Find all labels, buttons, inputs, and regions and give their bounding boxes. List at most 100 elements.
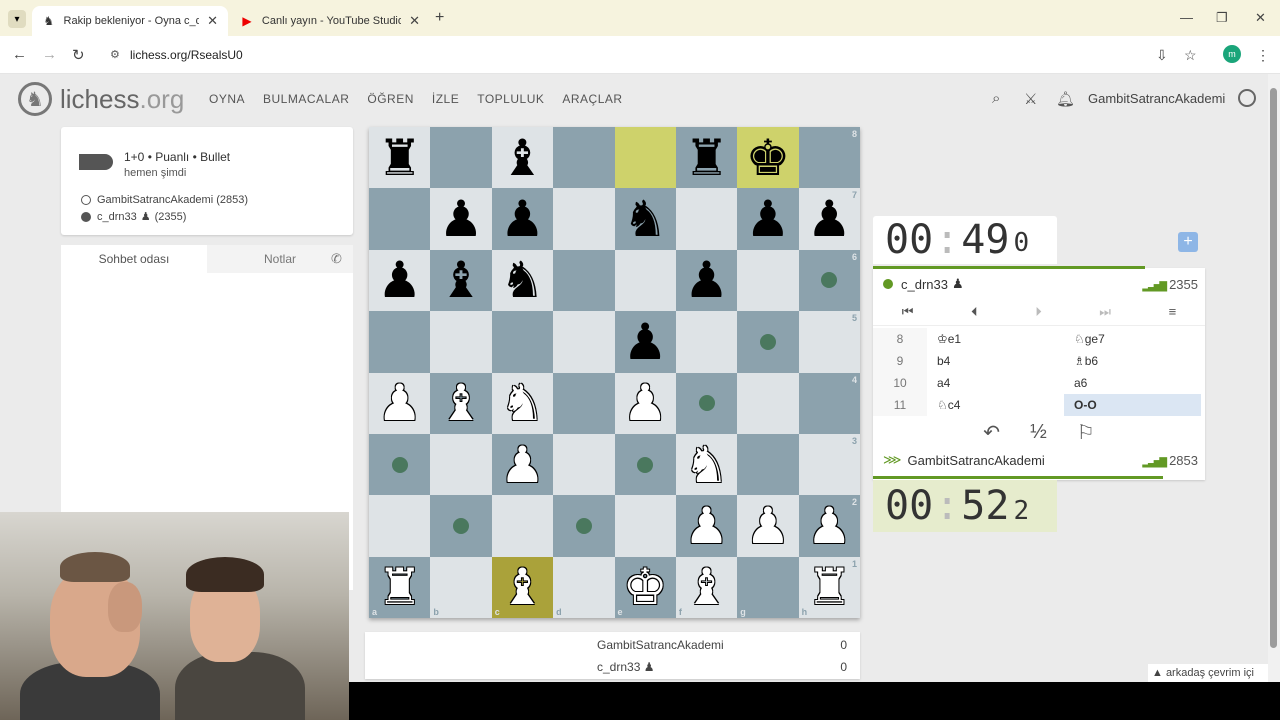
scroll-thumb[interactable] <box>1270 88 1277 648</box>
square-f8[interactable]: ♜ <box>675 127 738 189</box>
square-b2[interactable] <box>430 495 492 557</box>
legal-move-dot[interactable] <box>575 517 592 534</box>
challenge-icon[interactable]: ⚔ <box>1024 90 1037 108</box>
square-e3[interactable] <box>614 433 676 496</box>
white-pawn-piece[interactable]: ♟ <box>807 501 852 551</box>
close-icon[interactable]: ✕ <box>409 13 420 29</box>
white-bishop-piece[interactable]: ♝ <box>500 562 545 612</box>
legal-move-dot[interactable] <box>759 333 776 350</box>
tab-notes[interactable]: Notlar ✆ <box>207 245 353 273</box>
menu-dots-icon[interactable]: ⋮ <box>1256 47 1270 64</box>
legal-move-dot[interactable] <box>637 456 654 473</box>
white-move[interactable]: a4 <box>927 372 1064 394</box>
bookmark-star-icon[interactable]: ☆ <box>1184 47 1197 64</box>
square-d6[interactable] <box>553 249 615 312</box>
user-menu-name[interactable]: GambitSatrancAkademi <box>1088 91 1225 106</box>
nav-community[interactable]: TOPLULUK <box>477 92 544 106</box>
square-f1[interactable]: ♝ f <box>675 556 738 618</box>
square-h2[interactable]: ♟ 2 <box>798 495 860 557</box>
white-move[interactable]: ♘c4 <box>927 394 1064 416</box>
black-rook-piece[interactable]: ♜ <box>684 133 729 183</box>
white-move[interactable]: b4 <box>927 350 1064 372</box>
square-g7[interactable]: ♟ <box>737 188 799 250</box>
profile-avatar[interactable]: m <box>1223 45 1241 63</box>
install-app-icon[interactable]: ⇩ <box>1156 47 1168 64</box>
prev-move-icon[interactable]: ⏴ <box>971 304 978 320</box>
nav-puzzles[interactable]: BULMACALAR <box>263 92 349 106</box>
white-king-piece[interactable]: ♚ <box>623 562 668 612</box>
square-g5[interactable] <box>737 311 799 373</box>
square-a7[interactable] <box>369 188 431 250</box>
white-pawn-piece[interactable]: ♟ <box>377 378 422 428</box>
site-info-icon[interactable]: ⚙ <box>110 48 120 61</box>
black-knight-piece[interactable]: ♞ <box>500 255 545 305</box>
square-a6[interactable]: ♟ <box>369 249 431 312</box>
black-king-piece[interactable]: ♚ <box>746 133 791 183</box>
new-tab-button[interactable]: + <box>435 9 444 27</box>
square-e1[interactable]: ♚ e <box>614 556 676 618</box>
square-h4[interactable]: 4 <box>798 372 860 434</box>
phone-icon[interactable]: ✆ <box>331 251 342 267</box>
site-logo[interactable]: ♞ lichess .org <box>18 82 184 116</box>
white-rook-piece[interactable]: ♜ <box>377 562 422 612</box>
square-g2[interactable]: ♟ <box>737 495 799 557</box>
black-rook-piece[interactable]: ♜ <box>377 133 422 183</box>
square-d7[interactable] <box>553 188 615 250</box>
restore-icon[interactable]: ❐ <box>1216 10 1228 26</box>
square-b1[interactable]: b <box>430 556 492 618</box>
white-player-info[interactable]: GambitSatrancAkademi (2853) <box>81 194 248 206</box>
white-bishop-piece[interactable]: ♝ <box>684 562 729 612</box>
white-pawn-piece[interactable]: ♟ <box>746 501 791 551</box>
black-move[interactable]: O-O <box>1064 394 1201 416</box>
player-name[interactable]: GambitSatrancAkademi <box>908 453 1045 468</box>
next-move-icon[interactable]: ⏵ <box>1035 304 1042 320</box>
square-c1[interactable]: ♝ c <box>491 556 554 618</box>
square-a4[interactable]: ♟ <box>369 372 431 434</box>
black-pawn-piece[interactable]: ♟ <box>623 317 668 367</box>
square-c2[interactable] <box>491 495 554 557</box>
black-move[interactable]: a6 <box>1064 372 1201 394</box>
square-b5[interactable] <box>430 311 492 373</box>
black-bishop-piece[interactable]: ♝ <box>500 133 545 183</box>
black-move[interactable]: ♘ge7 <box>1064 328 1201 350</box>
square-b8[interactable] <box>430 127 492 189</box>
close-window-icon[interactable]: ✕ <box>1255 10 1266 26</box>
white-bishop-piece[interactable]: ♝ <box>439 378 484 428</box>
nav-tools[interactable]: ARAÇLAR <box>562 92 622 106</box>
square-b3[interactable] <box>430 433 492 496</box>
black-pawn-piece[interactable]: ♟ <box>684 255 729 305</box>
reload-icon[interactable]: ↻ <box>72 46 85 64</box>
square-d8[interactable] <box>553 127 615 189</box>
offer-draw-button[interactable]: ½ <box>1030 421 1047 444</box>
nav-play[interactable]: OYNA <box>209 92 245 106</box>
square-d4[interactable] <box>553 372 615 434</box>
black-pawn-piece[interactable]: ♟ <box>439 194 484 244</box>
browser-tab-lichess[interactable]: ♞ Rakip bekleniyor - Oyna c_drn3 ✕ <box>32 6 228 36</box>
url-input[interactable]: ⚙ lichess.org/RsealsU0 <box>100 41 1210 69</box>
square-b6[interactable]: ♝ <box>430 249 492 312</box>
square-f2[interactable]: ♟ <box>675 495 738 557</box>
white-knight-piece[interactable]: ♞ <box>684 440 729 490</box>
square-a3[interactable] <box>369 433 431 496</box>
square-e2[interactable] <box>614 495 676 557</box>
square-f3[interactable]: ♞ <box>675 433 738 496</box>
square-f6[interactable]: ♟ <box>675 249 738 312</box>
white-pawn-piece[interactable]: ♟ <box>500 440 545 490</box>
legal-move-dot[interactable] <box>698 395 715 412</box>
black-pawn-piece[interactable]: ♟ <box>377 255 422 305</box>
square-d1[interactable]: d <box>553 556 615 618</box>
black-player-info[interactable]: c_drn33 ♟ (2355) <box>81 210 186 223</box>
black-bishop-piece[interactable]: ♝ <box>439 255 484 305</box>
tab-chat[interactable]: Sohbet odası <box>61 245 207 273</box>
square-e7[interactable]: ♞ <box>614 188 676 250</box>
square-h3[interactable]: 3 <box>798 433 860 496</box>
legal-move-dot[interactable] <box>453 517 470 534</box>
browser-tab-youtube[interactable]: ▶ Canlı yayın - YouTube Studio ✕ <box>230 6 430 36</box>
square-d3[interactable] <box>553 433 615 496</box>
white-rook-piece[interactable]: ♜ <box>807 562 852 612</box>
menu-icon[interactable]: ≡ <box>1169 304 1177 319</box>
square-d2[interactable] <box>553 495 615 557</box>
friends-online-button[interactable]: ▲ arkadaş çevrim içi <box>1148 664 1268 682</box>
black-pawn-piece[interactable]: ♟ <box>807 194 852 244</box>
square-f4[interactable] <box>675 372 738 434</box>
